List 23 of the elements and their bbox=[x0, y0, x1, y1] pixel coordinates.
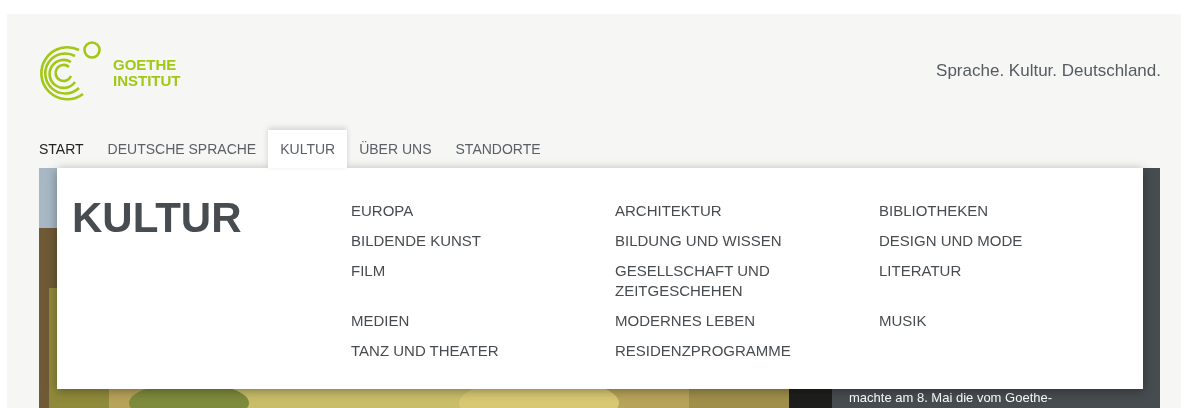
nav-tab[interactable]: KULTUR bbox=[268, 130, 348, 168]
menu-link[interactable]: FILM bbox=[351, 261, 571, 281]
caption-text: machte am 8. Mai die vom Goethe- bbox=[849, 390, 1054, 406]
menu-link[interactable]: BIBLIOTHEKEN bbox=[879, 201, 1099, 221]
menu-link[interactable]: BILDENDE KUNST bbox=[351, 231, 571, 251]
tagline: Sprache. Kultur. Deutschland. bbox=[936, 60, 1161, 83]
menu-link[interactable]: BILDUNG UND WISSEN bbox=[615, 231, 835, 251]
menu-link[interactable]: MUSIK bbox=[879, 311, 1099, 331]
menu-link[interactable]: ARCHITEKTUR bbox=[615, 201, 835, 221]
menu-link[interactable]: EUROPA bbox=[351, 201, 571, 221]
menu-link[interactable]: LITERATUR bbox=[879, 261, 1099, 281]
nav-tab[interactable]: ÜBER UNS bbox=[347, 130, 444, 168]
nav-tab[interactable]: START bbox=[39, 130, 96, 168]
nav-tab[interactable]: STANDORTE bbox=[443, 130, 553, 168]
menu-link[interactable]: MEDIEN bbox=[351, 311, 571, 331]
nav-tab[interactable]: DEUTSCHE SPRACHE bbox=[95, 130, 269, 168]
menu-link[interactable]: MODERNES LEBEN bbox=[615, 311, 835, 331]
menu-link[interactable]: RESIDENZPROGRAMME bbox=[615, 341, 835, 361]
menu-link[interactable]: GESELLSCHAFT UND ZEITGESCHEHEN bbox=[615, 261, 835, 301]
menu-link[interactable]: TANZ UND THEATER bbox=[351, 341, 571, 361]
menu-title: KULTUR bbox=[71, 194, 243, 243]
logo-text: GOETHE INSTITUT bbox=[113, 57, 181, 89]
menu-link[interactable]: DESIGN UND MODE bbox=[879, 231, 1099, 251]
